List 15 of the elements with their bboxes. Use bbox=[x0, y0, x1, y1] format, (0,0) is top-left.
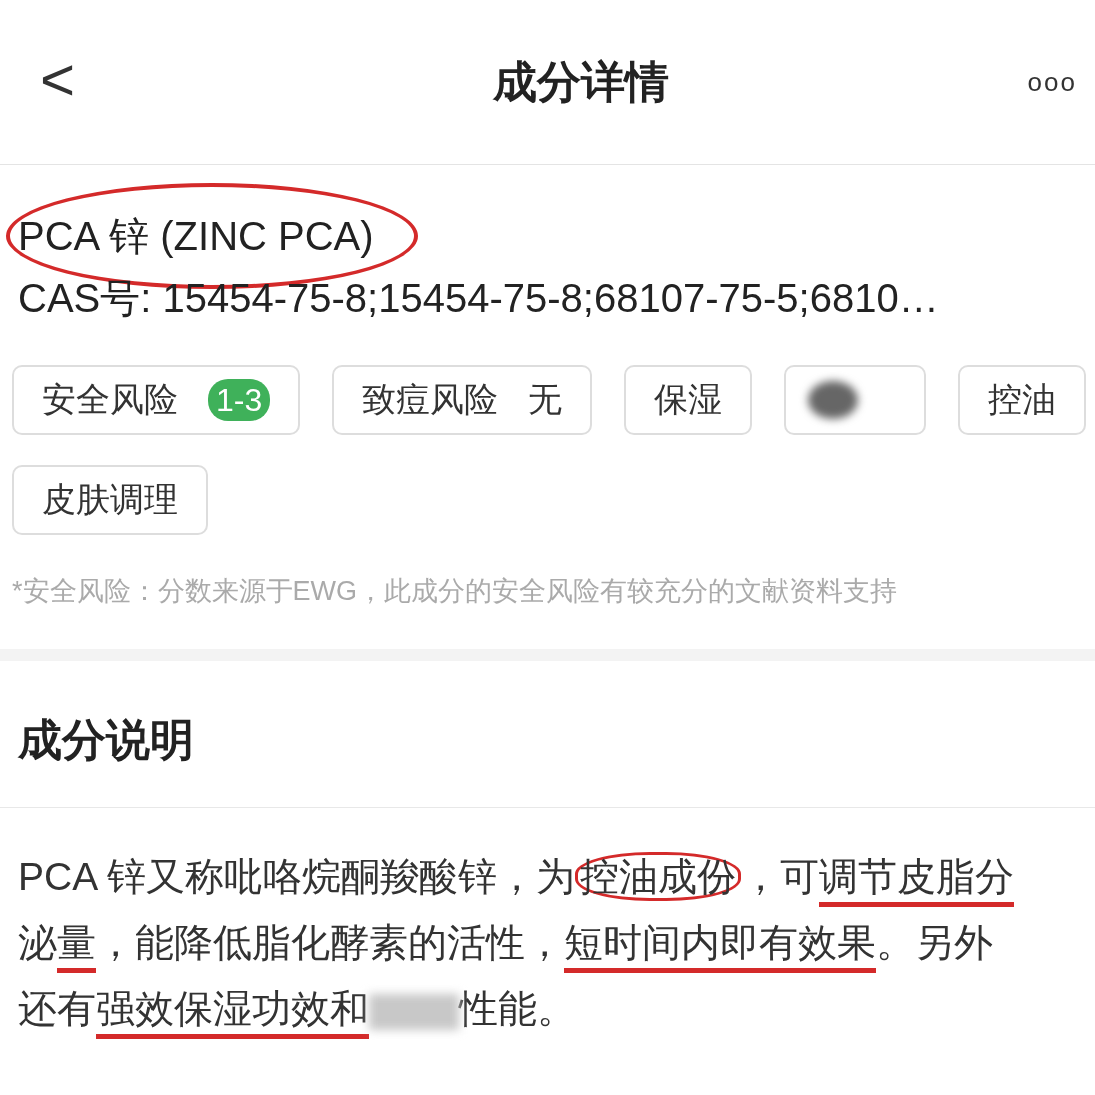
tag-label: 致痘风险 bbox=[362, 379, 499, 420]
page-title: 成分详情 bbox=[493, 55, 670, 108]
more-button[interactable]: ooo bbox=[1027, 66, 1077, 98]
description-text: PCA 锌又称吡咯烷酮羧酸锌，为 控油成份，可调节皮脂分 泌量，能降低脂化酵素的活性，短时间内即有效果。另外还有强效保湿功效和 性能。 bbox=[18, 844, 1023, 1042]
section-title: 成分说明 bbox=[0, 649, 1095, 807]
tag-label: 安全风险 bbox=[42, 379, 178, 420]
safety-risk-tag[interactable]: 安全风险 1-3 bbox=[12, 365, 301, 435]
tag-value: 无 bbox=[528, 379, 563, 420]
function-tag[interactable]: 皮肤调理 bbox=[12, 465, 208, 535]
acne-risk-tag[interactable]: 致痘风险 无 bbox=[332, 365, 593, 435]
safety-note: *安全风险：分数来源于EWG，此成分的安全风险有较充分的文献资料支持 bbox=[12, 575, 898, 608]
back-button[interactable]: < bbox=[40, 44, 76, 120]
function-tag[interactable]: 保湿 bbox=[624, 365, 753, 435]
score-badge: 1-3 bbox=[208, 379, 271, 421]
function-tag[interactable]: 控油 bbox=[958, 365, 1087, 435]
